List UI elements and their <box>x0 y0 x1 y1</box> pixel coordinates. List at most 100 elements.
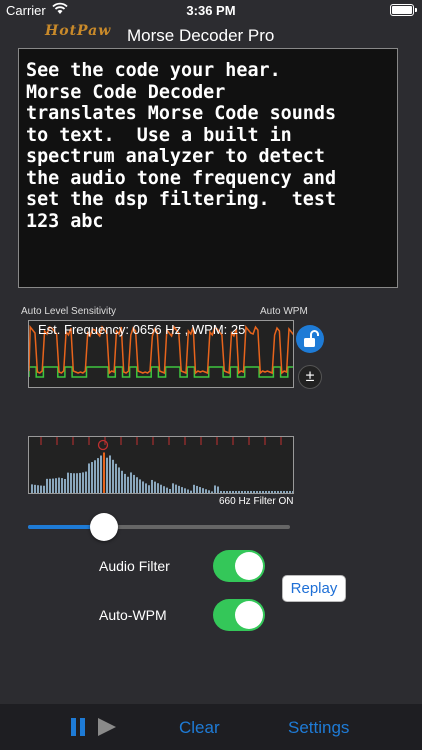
spectrum-bar <box>286 491 288 493</box>
spectrum-bar <box>274 491 276 493</box>
spectrum-bar <box>190 490 192 493</box>
spectrum-bar <box>271 491 273 493</box>
plus-minus-button[interactable]: ± <box>298 365 322 389</box>
spectrum-bar <box>85 471 87 493</box>
spectrum-bar <box>106 457 108 493</box>
spectrum-bar <box>94 460 96 493</box>
spectrum-bar <box>187 489 189 493</box>
spectrum-bar <box>133 474 135 493</box>
spectrum-bar <box>91 462 93 493</box>
spectrum-bar <box>205 489 207 493</box>
spectrum-bar <box>259 491 261 493</box>
spectrum-bar <box>64 478 66 493</box>
spectrum-bar <box>262 491 264 493</box>
spectrum-bar <box>109 455 111 493</box>
spectrum-bar <box>79 472 81 493</box>
spectrum-bar <box>55 478 57 493</box>
spectrum-bar <box>73 473 75 493</box>
settings-button[interactable]: Settings <box>288 718 349 738</box>
spectrum-bar <box>127 476 129 493</box>
pause-icon[interactable] <box>71 718 85 736</box>
spectrum-bar <box>130 472 132 493</box>
spectrum-bar <box>112 459 114 493</box>
spectrum-bar <box>202 488 204 493</box>
spectrum-bar <box>238 491 240 493</box>
clear-button[interactable]: Clear <box>179 718 220 738</box>
replay-button[interactable]: Replay <box>282 575 346 602</box>
spectrum-bar <box>244 491 246 493</box>
audio-filter-toggle[interactable] <box>213 550 265 582</box>
battery-icon <box>390 4 417 16</box>
spectrum-bar <box>184 488 186 493</box>
spectrum-bar <box>247 491 249 493</box>
spectrum-bar <box>277 491 279 493</box>
spectrum-bar <box>172 483 174 493</box>
spectrum-bar <box>229 491 231 493</box>
spectrum-bar <box>208 490 210 493</box>
spectrum-bar <box>46 478 48 493</box>
spectrum-bar <box>169 488 171 493</box>
spectrum-bar <box>280 491 282 493</box>
frequency-estimate: Est. Frequency: 0656 Hz , WPM: 25 <box>38 322 246 337</box>
spectrum-bar <box>100 455 102 493</box>
spectrum-bar <box>214 485 216 493</box>
spectrum-bar <box>34 484 36 493</box>
spectrum-bar <box>226 491 228 493</box>
spectrum-bar <box>148 485 150 493</box>
spectrum-bar <box>217 486 219 493</box>
sensitivity-slider-thumb[interactable] <box>90 513 118 541</box>
play-icon[interactable] <box>98 718 116 736</box>
status-bar: Carrier 3:36 PM <box>0 0 422 20</box>
decoded-text-panel[interactable]: See the code your hear. Morse Code Decod… <box>18 48 398 288</box>
spectrum-analyzer[interactable] <box>28 436 294 494</box>
auto-wpm-label: Auto WPM <box>260 306 308 317</box>
spectrum-bar <box>253 491 255 493</box>
spectrum-bar <box>199 487 201 493</box>
spectrum-bar <box>139 479 141 493</box>
spectrum-bar <box>193 484 195 493</box>
app-title: Morse Decoder Pro <box>127 26 275 45</box>
spectrum-bar <box>118 467 120 493</box>
spectrum-bar <box>37 485 39 493</box>
spectrum-bar <box>76 473 78 493</box>
spectrum-bar <box>157 483 159 493</box>
auto-wpm-toggle[interactable] <box>213 599 265 631</box>
spectrum-bar <box>151 479 153 493</box>
spectrum-bar <box>70 473 72 493</box>
lock-button[interactable] <box>296 325 324 353</box>
audio-filter-label: Audio Filter <box>99 558 170 574</box>
spectrum-bar <box>82 472 84 493</box>
spectrum-bar <box>292 491 293 493</box>
filter-status-label: 660 Hz Filter ON <box>219 496 294 507</box>
status-time: 3:36 PM <box>186 3 236 18</box>
spectrum-bar <box>223 491 225 493</box>
spectrum-bar <box>31 484 33 493</box>
filter-marker[interactable] <box>97 439 109 451</box>
spectrum-bar <box>166 487 168 493</box>
spectrum-bar <box>175 484 177 493</box>
spectrum-bar <box>61 478 63 493</box>
spectrum-bar <box>265 491 267 493</box>
auto-level-label: Auto Level Sensitivity <box>21 306 117 317</box>
spectrum-bar <box>268 491 270 493</box>
decoded-text: See the code your hear. Morse Code Decod… <box>26 60 337 232</box>
spectrum-bar <box>145 483 147 493</box>
spectrum-bar <box>97 458 99 493</box>
spectrum-bar <box>58 477 60 493</box>
spectrum-bar <box>178 485 180 493</box>
app-logo: HotPaw <box>45 23 112 39</box>
spectrum-bar <box>289 491 291 493</box>
spectrum-bar <box>88 463 90 493</box>
spectrum-bar <box>43 485 45 493</box>
unlock-icon <box>304 330 319 347</box>
spectrum-bar <box>250 491 252 493</box>
spectrum-bar <box>160 484 162 493</box>
spectrum-bar <box>220 491 222 493</box>
spectrum-bar <box>163 486 165 493</box>
spectrum-bar <box>256 491 258 493</box>
spectrum-bar <box>121 470 123 493</box>
spectrum-bar <box>40 485 42 493</box>
spectrum-bar <box>103 452 105 493</box>
spectrum-bar <box>181 487 183 493</box>
spectrum-bar <box>154 481 156 493</box>
